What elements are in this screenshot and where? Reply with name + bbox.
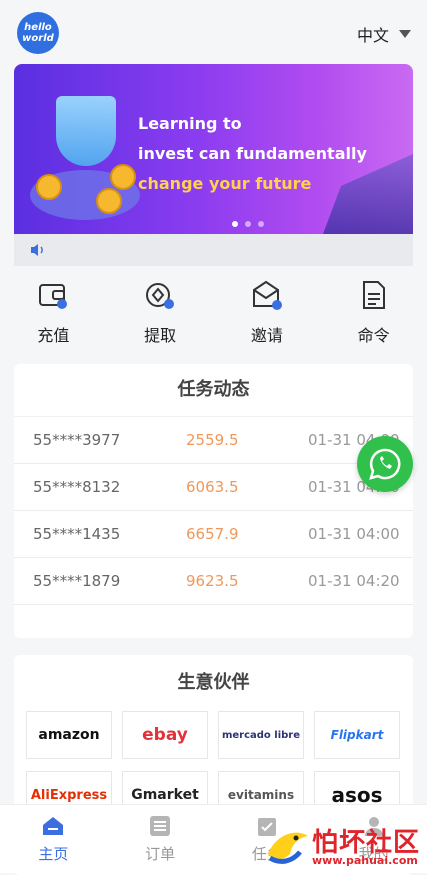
partner-logo-flipkart[interactable]: Flipkart [314, 711, 400, 759]
task-row: 55****1435 6657.9 01-31 04:00 [14, 511, 413, 558]
home-icon [43, 817, 64, 835]
notice-bar [14, 234, 413, 266]
task-time: 01-31 04:20 [308, 572, 400, 590]
wallet-icon [39, 284, 68, 309]
partner-logo-amazon[interactable]: amazon [26, 711, 112, 759]
action-label: 邀请 [250, 326, 283, 345]
app-logo[interactable]: hello world [17, 12, 59, 54]
task-user: 55****1879 [33, 572, 121, 590]
invite-envelope-icon [252, 280, 282, 310]
partner-logo-ebay[interactable]: ebay [122, 711, 208, 759]
task-feed-title: 任务动态 [14, 364, 413, 417]
tab-home[interactable]: 主页 [0, 805, 107, 873]
carousel-dot[interactable] [232, 221, 238, 227]
banner-city-graphic [323, 154, 413, 234]
banner-headline-3: change your future [138, 174, 312, 193]
task-amount: 9623.5 [186, 572, 239, 590]
action-command[interactable]: 命令 [320, 278, 427, 354]
watermark-url: www.pahuai.com [312, 854, 418, 867]
top-bar: hello world 中文 [0, 0, 427, 64]
banner-headline-1: Learning to [138, 114, 242, 133]
tab-label: 订单 [145, 845, 176, 863]
carousel-dot[interactable] [245, 221, 251, 227]
partner-logo-mercado-libre[interactable]: mercado libre [218, 711, 304, 759]
task-user: 55****8132 [33, 478, 121, 496]
task-feed-card: 任务动态 55****3977 2559.5 01-31 04:00 55***… [14, 364, 413, 638]
site-watermark: 怕坏社区 www.pahuai.com [262, 818, 427, 872]
banner-headline-2: invest can fundamentally [138, 144, 367, 163]
whatsapp-icon [369, 448, 401, 480]
task-row: 55****8132 6063.5 01-31 04:00 [14, 464, 413, 511]
list-icon [150, 816, 171, 836]
task-row: 55****3977 2559.5 01-31 04:00 [14, 417, 413, 464]
banner-coin-graphic [36, 174, 62, 200]
banner-trophy-graphic [56, 96, 116, 166]
speaker-icon [31, 244, 43, 256]
quick-actions: 充值 提取 邀请 命令 [0, 278, 427, 354]
banner-coin-graphic [110, 164, 136, 190]
promo-banner[interactable]: Learning to invest can fundamentally cha… [14, 64, 413, 234]
logo-text-world: world [22, 33, 54, 44]
partners-grid: amazon ebay mercado libre Flipkart AliEx… [26, 711, 400, 819]
partners-title: 生意伙伴 [177, 672, 250, 693]
carousel-dot[interactable] [258, 221, 264, 227]
tab-label: 主页 [38, 845, 69, 863]
banner-coin-graphic [96, 188, 122, 214]
task-amount: 6657.9 [186, 525, 239, 543]
task-amount: 6063.5 [186, 478, 239, 496]
action-recharge[interactable]: 充值 [0, 278, 107, 354]
chevron-down-icon [399, 30, 411, 38]
tab-orders[interactable]: 订单 [107, 805, 214, 873]
action-label: 提取 [144, 326, 177, 345]
task-user: 55****3977 [33, 431, 121, 449]
action-withdraw[interactable]: 提取 [107, 278, 214, 354]
language-label: 中文 [356, 26, 389, 45]
action-invite[interactable]: 邀请 [214, 278, 321, 354]
task-amount: 2559.5 [186, 431, 239, 449]
withdraw-icon [146, 283, 175, 309]
task-time: 01-31 04:00 [308, 525, 400, 543]
carousel-indicator [232, 221, 264, 227]
watermark-bird-icon [268, 832, 308, 864]
action-label: 充值 [37, 326, 70, 345]
action-label: 命令 [357, 326, 390, 345]
whatsapp-button[interactable] [357, 436, 413, 492]
document-icon [362, 281, 385, 309]
task-row: 55****1879 9623.5 01-31 04:20 [14, 558, 413, 605]
logo-text-hello: hello [24, 22, 52, 33]
task-user: 55****1435 [33, 525, 121, 543]
language-selector[interactable]: 中文 [357, 22, 411, 46]
